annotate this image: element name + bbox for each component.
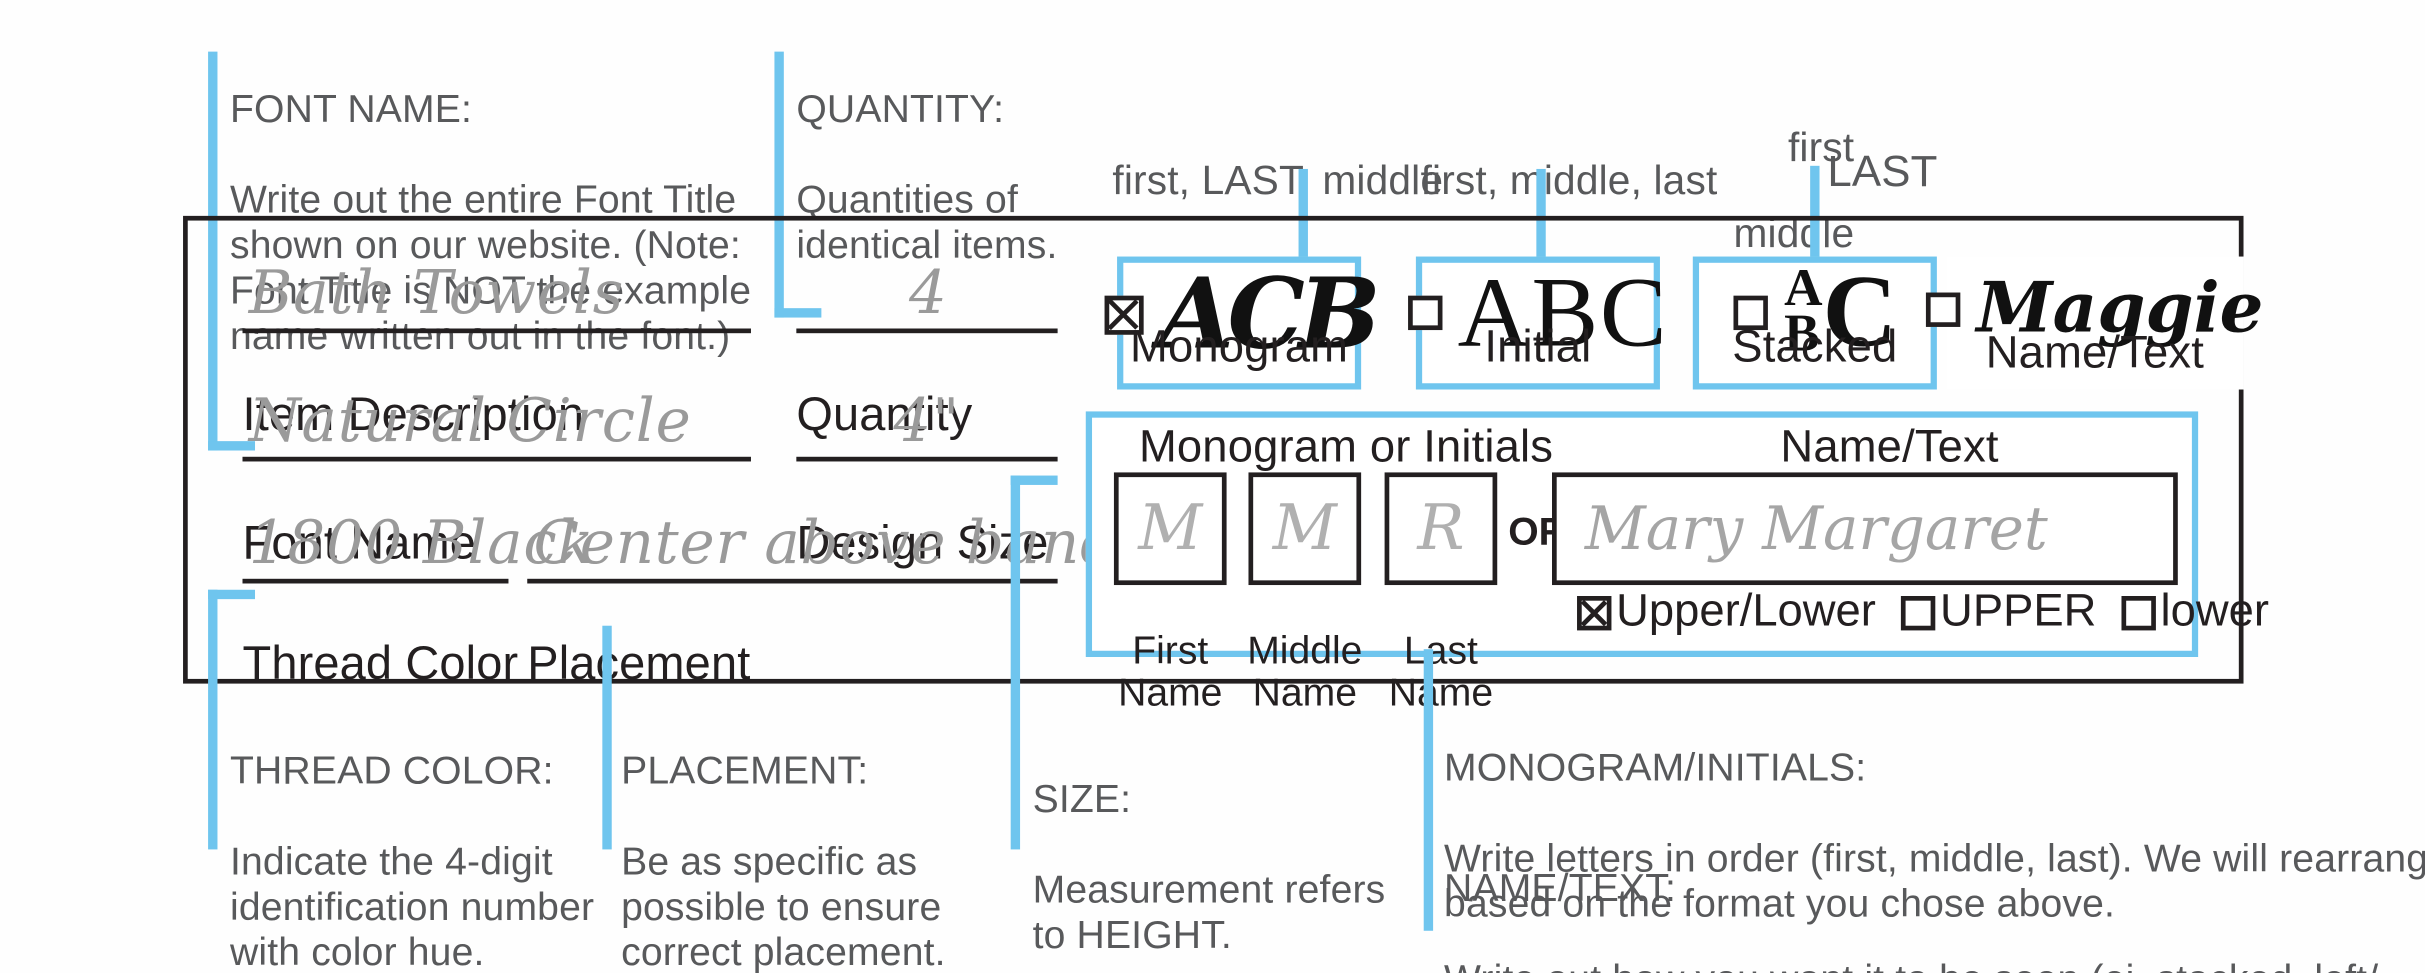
style-option-initial[interactable]: ABC Initial	[1407, 256, 1667, 390]
annotation-size-body: Measurement refers to HEIGHT.	[1032, 868, 1386, 958]
field-placement[interactable]: Center above band	[527, 501, 1118, 584]
panel-title-monogram: Monogram or Initials	[1138, 422, 1554, 473]
annotation-name-text-heading: NAME/TEXT:	[1444, 866, 1676, 911]
initial-box-last-value: R	[1417, 492, 1465, 565]
connector-thread-color-vertical	[208, 589, 218, 850]
annotation-name-text-body: Write out how you want it to be seen (ei…	[1444, 957, 2425, 973]
field-design-size[interactable]: 4"	[796, 379, 1058, 462]
annotation-thread-color-body: Indicate the 4-digit identification numb…	[229, 840, 595, 973]
initial-box-first[interactable]: M	[1113, 472, 1227, 586]
field-rule	[796, 456, 1058, 462]
field-item-description[interactable]: Bath Towels	[242, 250, 751, 334]
connector-monogram-initials-vertical	[1423, 649, 1434, 931]
field-rule	[242, 328, 751, 334]
annotation-monogram-initials-heading: MONOGRAM/INITIALS:	[1444, 746, 1867, 790]
annotation-placement-heading: PLACEMENT:	[621, 749, 869, 794]
annotation-placement: PLACEMENT: Be as specific as possible to…	[621, 704, 1012, 973]
case-upper-checkbox[interactable]	[1900, 595, 1936, 630]
field-quantity-value: 4	[908, 258, 948, 327]
case-lower-label: lower	[2160, 586, 2269, 637]
hint-stacked-last: LAST	[1827, 147, 1938, 197]
initial-box-middle[interactable]: M	[1248, 472, 1362, 586]
annotation-size: SIZE: Measurement refers to HEIGHT.	[1033, 732, 1424, 973]
field-placement-label: Placement	[527, 637, 751, 690]
hint-monogram-order: first, LAST, middle	[1112, 156, 1444, 204]
field-item-description-value: Bath Towels	[248, 258, 625, 327]
worksheet-diagram: FONT NAME: Write out the entire Font Tit…	[0, 0, 2425, 973]
nametext-input-value: Mary Margaret	[1584, 494, 2048, 564]
style-option-initial-caption: Initial	[1484, 322, 1592, 373]
style-option-stacked-caption: Stacked	[1732, 322, 1898, 373]
case-upper-lower-label: Upper/Lower	[1616, 586, 1876, 637]
connector-size-vertical	[1010, 475, 1021, 850]
panel-title-nametext: Name/Text	[1780, 422, 1999, 473]
field-thread-color-label: Thread Color	[242, 637, 519, 690]
case-upper-lower-checkbox[interactable]	[1577, 595, 1612, 630]
case-option-upper-lower[interactable]: Upper/Lower	[1577, 587, 1876, 639]
field-rule	[796, 328, 1058, 334]
annotation-thread-color: THREAD COLOR: Indicate the 4-digit ident…	[230, 704, 621, 973]
initial-box-last[interactable]: R	[1384, 472, 1498, 586]
annotation-size-heading: SIZE:	[1032, 777, 1132, 822]
style-option-monogram[interactable]: ACB Monogram	[1103, 256, 1381, 390]
field-font-name-value: Natural Circle	[248, 386, 692, 456]
annotation-placement-body: Be as specific as possible to ensure cor…	[621, 840, 946, 973]
annotation-font-name-heading: FONT NAME:	[229, 87, 473, 132]
connector-placement-vertical	[602, 625, 612, 850]
hint-initial-order: first, middle, last	[1420, 156, 1718, 204]
field-placement-value: Center above band	[533, 508, 1119, 578]
field-design-size-value: 4"	[893, 386, 961, 456]
initial-box-middle-value: M	[1272, 492, 1337, 565]
style-option-nametext-caption: Name/Text	[1985, 328, 2205, 379]
style-option-monogram-caption: Monogram	[1130, 322, 1349, 373]
style-option-nametext[interactable]: Maggie Name/Text	[1926, 256, 2263, 390]
initial-box-first-caption: First Name	[1118, 628, 1223, 715]
initial-box-last-caption: Last Name	[1388, 628, 1494, 715]
annotation-thread-color-heading: THREAD COLOR:	[229, 749, 554, 794]
nametext-checkbox[interactable]	[1926, 292, 1961, 327]
annotation-name-text: NAME/TEXT: Write out how you want it to …	[1444, 821, 2425, 973]
field-quantity[interactable]: 4	[796, 250, 1058, 334]
nametext-input[interactable]: Mary Margaret	[1552, 472, 2178, 586]
field-thread-color[interactable]: 1800 Black	[242, 501, 593, 584]
field-rule	[242, 456, 751, 462]
case-option-lower[interactable]: lower	[2121, 587, 2269, 639]
initial-box-first-value: M	[1138, 492, 1203, 565]
style-option-stacked[interactable]: AB C Stacked	[1692, 256, 1937, 390]
case-lower-checkbox[interactable]	[2121, 595, 2156, 630]
case-options: Upper/Lower UPPER lower	[1577, 587, 2294, 639]
case-upper-label: UPPER	[1940, 586, 2097, 637]
initial-box-middle-caption: Middle Name	[1247, 628, 1363, 715]
case-option-upper[interactable]: UPPER	[1900, 586, 2097, 639]
field-font-name[interactable]: Natural Circle	[242, 379, 751, 462]
